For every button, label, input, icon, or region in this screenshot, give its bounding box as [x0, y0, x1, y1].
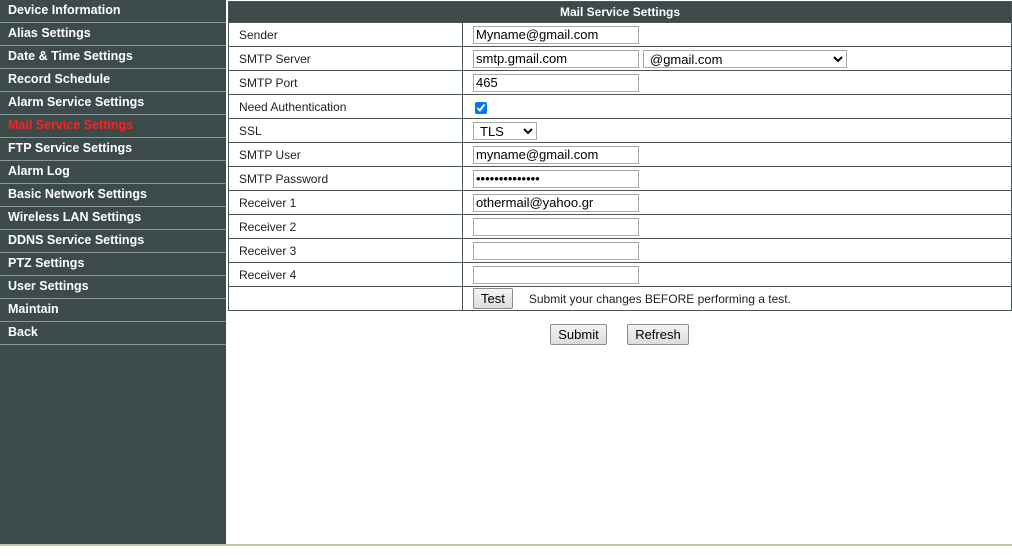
- sidebar-item-record-schedule[interactable]: Record Schedule: [0, 69, 226, 92]
- main-content: Mail Service Settings Sender SMTP Server…: [227, 1, 1012, 345]
- test-hint-text: Submit your changes BEFORE performing a …: [528, 291, 791, 306]
- sender-label: Sender: [228, 22, 463, 47]
- ssl-label: SSL: [228, 118, 463, 143]
- test-row-label: [228, 286, 463, 311]
- receiver-1-label: Receiver 1: [228, 190, 463, 215]
- sidebar-item-alarm-log[interactable]: Alarm Log: [0, 161, 226, 184]
- receiver-1-cell: [461, 190, 1012, 215]
- receiver-2-label: Receiver 2: [228, 214, 463, 239]
- receiver-2-cell: [461, 214, 1012, 239]
- sender-input[interactable]: [473, 25, 639, 44]
- sender-cell: [461, 22, 1012, 47]
- smtp-server-label: SMTP Server: [228, 46, 463, 71]
- table-row: SSL TLS: [228, 118, 1012, 143]
- smtp-password-cell: [461, 166, 1012, 191]
- smtp-server-input[interactable]: [473, 49, 639, 68]
- table-row: Need Authentication: [228, 94, 1012, 119]
- table-row: Sender: [228, 22, 1012, 47]
- receiver-2-input[interactable]: [473, 217, 639, 236]
- receiver-3-cell: [461, 238, 1012, 263]
- sidebar-item-maintain[interactable]: Maintain: [0, 299, 226, 322]
- refresh-button[interactable]: Refresh: [627, 324, 689, 345]
- sidebar-item-date-time-settings[interactable]: Date & Time Settings: [0, 46, 226, 69]
- need-authentication-label: Need Authentication: [228, 94, 463, 119]
- receiver-4-input[interactable]: [473, 265, 639, 284]
- smtp-user-cell: [461, 142, 1012, 167]
- sidebar-nav: Device Information Alias Settings Date &…: [0, 0, 226, 546]
- mail-settings-table: Mail Service Settings Sender SMTP Server…: [227, 1, 1012, 311]
- smtp-password-input[interactable]: [473, 169, 639, 188]
- sidebar-item-alias-settings[interactable]: Alias Settings: [0, 23, 226, 46]
- smtp-port-input[interactable]: [473, 73, 639, 92]
- receiver-3-label: Receiver 3: [228, 238, 463, 263]
- smtp-password-label: SMTP Password: [228, 166, 463, 191]
- sidebar-item-wireless-lan-settings[interactable]: Wireless LAN Settings: [0, 207, 226, 230]
- receiver-4-label: Receiver 4: [228, 262, 463, 287]
- sidebar-item-back[interactable]: Back: [0, 322, 226, 345]
- form-actions: Submit Refresh: [228, 324, 1011, 345]
- table-row: Receiver 4: [228, 262, 1012, 287]
- smtp-domain-select[interactable]: @gmail.com: [643, 49, 847, 68]
- section-title: Mail Service Settings: [227, 1, 1012, 23]
- need-authentication-checkbox[interactable]: [475, 101, 487, 114]
- sidebar-item-basic-network-settings[interactable]: Basic Network Settings: [0, 184, 226, 207]
- sidebar-item-device-information[interactable]: Device Information: [0, 0, 226, 23]
- submit-button[interactable]: Submit: [550, 324, 607, 345]
- smtp-user-label: SMTP User: [228, 142, 463, 167]
- table-row: Receiver 1: [228, 190, 1012, 215]
- receiver-3-input[interactable]: [473, 241, 639, 260]
- ssl-select[interactable]: TLS: [473, 121, 537, 140]
- need-authentication-cell: [461, 94, 1012, 119]
- table-row: SMTP Server @gmail.com: [228, 46, 1012, 71]
- table-row: SMTP User: [228, 142, 1012, 167]
- bottom-divider: [0, 544, 1012, 546]
- sidebar-item-ftp-service-settings[interactable]: FTP Service Settings: [0, 138, 226, 161]
- table-row: Test Submit your changes BEFORE performin…: [228, 286, 1012, 311]
- sidebar-item-user-settings[interactable]: User Settings: [0, 276, 226, 299]
- table-row: Receiver 2: [228, 214, 1012, 239]
- test-cell: Test Submit your changes BEFORE performin…: [461, 286, 1012, 311]
- smtp-user-input[interactable]: [473, 145, 639, 164]
- table-header-row: Mail Service Settings: [227, 1, 1012, 23]
- ssl-cell: TLS: [461, 118, 1012, 143]
- table-row: SMTP Port: [228, 70, 1012, 95]
- smtp-server-cell: @gmail.com: [461, 46, 1012, 71]
- smtp-port-label: SMTP Port: [228, 70, 463, 95]
- sidebar-item-ddns-service-settings[interactable]: DDNS Service Settings: [0, 230, 226, 253]
- receiver-4-cell: [461, 262, 1012, 287]
- sidebar-item-ptz-settings[interactable]: PTZ Settings: [0, 253, 226, 276]
- smtp-port-cell: [461, 70, 1012, 95]
- sidebar-item-mail-service-settings[interactable]: Mail Service Settings: [0, 115, 226, 138]
- table-row: Receiver 3: [228, 238, 1012, 263]
- receiver-1-input[interactable]: [473, 193, 639, 212]
- app-window: Device Information Alias Settings Date &…: [0, 0, 1012, 556]
- test-button[interactable]: Test: [473, 288, 513, 309]
- sidebar-item-alarm-service-settings[interactable]: Alarm Service Settings: [0, 92, 226, 115]
- table-row: SMTP Password: [228, 166, 1012, 191]
